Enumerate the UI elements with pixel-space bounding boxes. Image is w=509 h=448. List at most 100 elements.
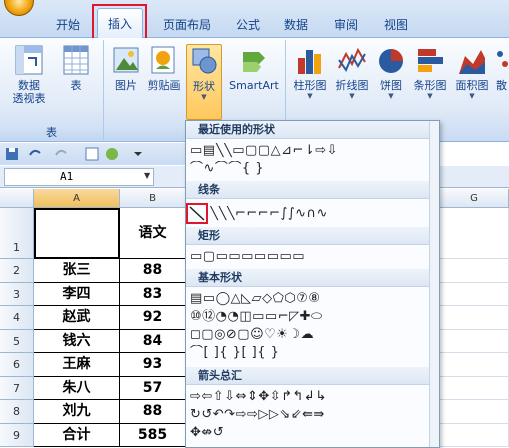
tables-group: 数据 透视表 表 表 (0, 40, 104, 140)
name-cell[interactable]: 钱六 (34, 329, 120, 353)
insert-tab-highlight (92, 4, 147, 42)
column-chart-button[interactable]: 柱形图 ▼ (290, 44, 330, 101)
empty-cell[interactable] (440, 423, 509, 447)
score-cell[interactable]: 88 (120, 259, 186, 283)
name-box[interactable]: A1 (4, 168, 154, 186)
picture-button[interactable]: 图片 (108, 44, 144, 92)
arrows-row-3[interactable]: ✥⇎↺ (190, 425, 436, 440)
recent-shapes-header: 最近使用的形状 (186, 121, 439, 139)
score-cell[interactable]: 92 (120, 306, 186, 330)
arrows-header: 箭头总汇 (186, 367, 439, 385)
scatter-chart-button[interactable]: 散 (494, 44, 509, 92)
table-button[interactable]: 表 (56, 44, 96, 92)
row-header[interactable]: 4 (0, 306, 34, 330)
tab-home[interactable]: 开始 (48, 12, 88, 38)
clipart-button[interactable]: 剪贴画 (144, 44, 184, 92)
empty-cell[interactable] (440, 353, 509, 377)
column-chart-caret: ▼ (307, 92, 313, 100)
undo-icon (29, 149, 41, 156)
table-label: 表 (70, 79, 82, 92)
pie-chart-caret: ▼ (388, 92, 394, 100)
pie-chart-icon (379, 49, 403, 73)
name-cell[interactable]: 张三 (34, 259, 120, 283)
pivot-table-button[interactable]: 数据 透视表 (6, 44, 52, 105)
recent-shapes-row-2[interactable]: ⌒∿⌒⌒{ } (190, 161, 436, 176)
select-all-corner[interactable] (0, 189, 34, 208)
name-cell[interactable]: 刘九 (34, 400, 120, 424)
tab-view[interactable]: 视图 (376, 12, 416, 38)
basic-shapes-row-1[interactable]: ▤▭◯△◺▱◇⬠⬡⑦⑧ (190, 291, 436, 306)
tab-page-layout[interactable]: 页面布局 (152, 12, 222, 38)
empty-cell[interactable] (440, 208, 509, 259)
line-chart-label: 折线图 (335, 79, 369, 92)
row-header[interactable]: 1 (0, 208, 34, 259)
tables-group-label: 表 (0, 125, 103, 140)
tab-formulas[interactable]: 公式 (228, 12, 268, 38)
row-header[interactable]: 6 (0, 353, 34, 377)
name-cell[interactable]: 王麻 (34, 353, 120, 377)
arrows-row-1[interactable]: ⇨⇦⇧⇩⇔⇕✥⇳↱↰↲↳ (190, 389, 436, 404)
row-header[interactable]: 5 (0, 329, 34, 353)
row-header[interactable]: 3 (0, 282, 34, 306)
empty-cell[interactable] (440, 259, 509, 283)
name-box-dropdown-icon[interactable]: ▼ (144, 171, 150, 180)
subject-header-cell[interactable]: 语文 (120, 208, 186, 259)
name-cell[interactable] (34, 208, 120, 259)
row-header[interactable]: 8 (0, 400, 34, 424)
empty-cell[interactable] (440, 376, 509, 400)
basic-shapes-row-2[interactable]: ⑩⑫◔◔◫▭▭⌐◸✚⬭ (190, 309, 436, 324)
empty-cell[interactable] (440, 400, 509, 424)
smartart-button[interactable]: SmartArt (226, 44, 282, 92)
name-cell[interactable]: 合计 (34, 423, 120, 447)
tab-data[interactable]: 数据 (276, 12, 316, 38)
pivot-label-1: 数据 (18, 79, 40, 92)
quick-access-icons (6, 147, 142, 161)
empty-cell[interactable] (440, 306, 509, 330)
shapes-label: 形状 (193, 80, 215, 93)
name-cell[interactable]: 李四 (34, 282, 120, 306)
empty-cell[interactable] (440, 282, 509, 306)
office-button[interactable] (4, 0, 34, 16)
pie-chart-label: 饼图 (380, 79, 402, 92)
basic-shapes-row-4[interactable]: ⌒[ ]{ }[ ]{ } (190, 345, 436, 360)
score-cell[interactable]: 57 (120, 376, 186, 400)
line-shape-highlight[interactable] (186, 203, 208, 224)
score-cell[interactable]: 84 (120, 329, 186, 353)
clipart-icon (151, 46, 175, 74)
ribbon-tab-strip: 开始 插入 页面布局 公式 数据 审阅 视图 (0, 0, 509, 42)
lines-row[interactable]: ╲╲╲⌐⌐⌐⌐∫∫∿∩∿ (190, 206, 436, 221)
line-chart-button[interactable]: 折线图 ▼ (332, 44, 372, 101)
picture-icon (113, 47, 139, 73)
name-cell[interactable]: 朱八 (34, 376, 120, 400)
rectangles-row[interactable]: ▭▢▭▭▭▭▭▭▭ (190, 249, 436, 264)
empty-cell[interactable] (440, 329, 509, 353)
column-header-g[interactable]: G (440, 189, 509, 208)
score-cell[interactable]: 585 (120, 423, 186, 447)
tab-review[interactable]: 审阅 (326, 12, 366, 38)
row-header[interactable]: 7 (0, 376, 34, 400)
basic-shapes-row-3[interactable]: ◻▢◎⊘▢☺♡☀☽☁ (190, 327, 436, 342)
row-header[interactable]: 2 (0, 259, 34, 283)
arrows-row-2[interactable]: ↻↺↶↷⇨⇨▷▷⇘⇙⇚⇛ (190, 407, 436, 422)
area-chart-button[interactable]: 面积图 ▼ (452, 44, 492, 101)
panel-scrollbar[interactable] (429, 121, 439, 447)
clipart-label: 剪贴画 (147, 79, 181, 92)
bar-chart-label: 条形图 (413, 79, 447, 92)
column-header-a[interactable]: A (34, 189, 120, 208)
name-cell[interactable]: 赵武 (34, 306, 120, 330)
recent-shapes-row-1[interactable]: ▭▤╲╲▭▢▢△⊿⌐⇂⇨⇩ (190, 143, 436, 158)
column-header-b[interactable]: B (120, 189, 186, 208)
refresh-icon (106, 148, 118, 160)
area-chart-icon (459, 50, 485, 74)
row-header[interactable]: 9 (0, 423, 34, 447)
score-cell[interactable]: 93 (120, 353, 186, 377)
line-chart-caret: ▼ (349, 92, 355, 100)
bar-chart-button[interactable]: 条形图 ▼ (410, 44, 450, 101)
pie-chart-button[interactable]: 饼图 ▼ (374, 44, 408, 101)
score-cell[interactable]: 83 (120, 282, 186, 306)
score-cell[interactable]: 88 (120, 400, 186, 424)
picture-label: 图片 (115, 79, 137, 92)
print-preview-icon (85, 147, 99, 161)
shapes-button[interactable]: 形状 ▼ (186, 44, 222, 120)
column-chart-label: 柱形图 (293, 79, 327, 92)
